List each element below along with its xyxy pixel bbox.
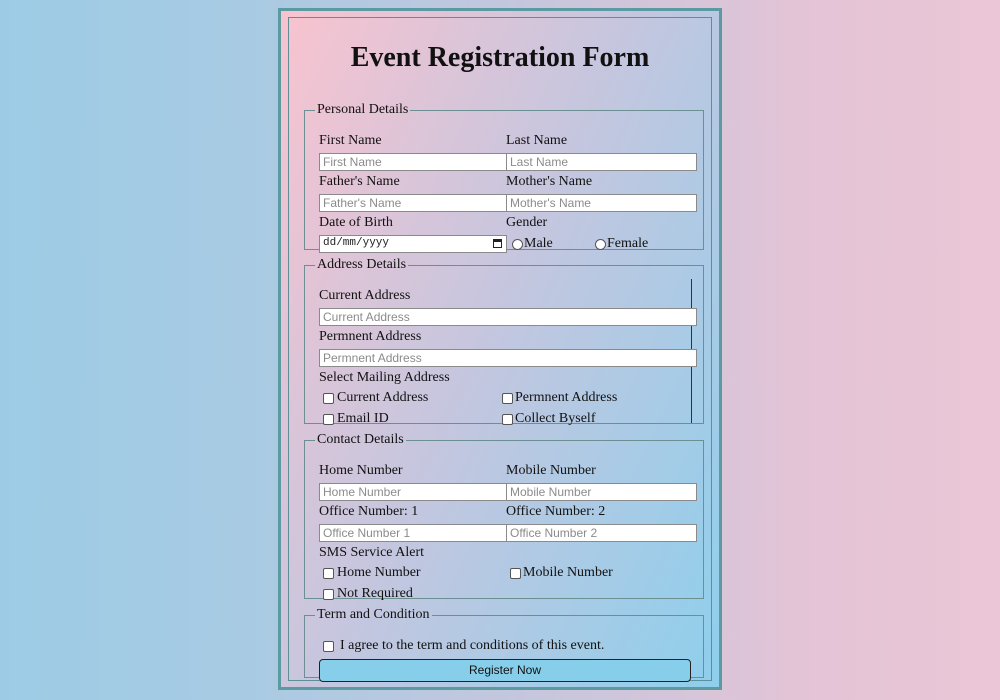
permanent-address-label: Permnent Address [319,329,422,344]
mother-name-label: Mother's Name [506,174,593,189]
sms-not-required-label: Not Required [337,586,413,601]
last-name-label: Last Name [506,133,568,148]
current-address-input[interactable] [319,308,697,326]
gender-label: Gender [506,215,548,230]
sms-mobile-label: Mobile Number [523,565,613,580]
mailing-permanent-label: Permnent Address [515,390,618,405]
home-number-input[interactable] [319,483,507,501]
first-name-label: First Name [319,133,382,148]
register-now-button[interactable]: Register Now [319,659,691,682]
gender-female-radio[interactable] [595,239,606,250]
first-name-input[interactable] [319,153,507,171]
home-number-label: Home Number [319,463,403,478]
office-number-1-input[interactable] [319,524,507,542]
terms-legend: Term and Condition [317,607,430,622]
office-number-2-label: Office Number: 2 [506,504,606,519]
agree-terms-checkbox[interactable] [323,641,334,652]
contact-details-legend: Contact Details [317,432,404,447]
mailing-collect-checkbox[interactable] [502,414,513,425]
mother-name-input[interactable] [506,194,697,212]
sms-not-required-checkbox[interactable] [323,589,334,600]
mobile-number-input[interactable] [506,483,697,501]
terms-section: Term and Condition I agree to the term a… [304,607,704,682]
gender-female-label: Female [607,236,649,251]
father-name-label: Father's Name [319,174,400,189]
sms-alert-label: SMS Service Alert [319,545,424,560]
dob-value: dd/mm/yyyy [323,237,390,249]
form-inner-frame: Event Registration Form Personal Details… [288,17,712,682]
sms-home-label: Home Number [337,565,421,580]
registration-form: Event Registration Form Personal Details… [278,8,722,690]
mobile-number-label: Mobile Number [506,463,596,478]
dob-input[interactable]: dd/mm/yyyy [319,235,507,253]
mailing-collect-label: Collect Byself [515,411,596,426]
permanent-address-input[interactable] [319,349,697,367]
office-number-2-input[interactable] [506,524,697,542]
mailing-email-checkbox[interactable] [323,414,334,425]
father-name-input[interactable] [319,194,507,212]
address-details-legend: Address Details [317,257,407,272]
personal-details-legend: Personal Details [317,102,409,117]
current-address-label: Current Address [319,288,411,303]
contact-details-section: Contact Details Home Number Mobile Numbe… [304,432,704,601]
mailing-current-label: Current Address [337,390,429,405]
gender-male-radio[interactable] [512,239,523,250]
office-number-1-label: Office Number: 1 [319,504,419,519]
last-name-input[interactable] [506,153,697,171]
mailing-current-checkbox[interactable] [323,393,334,404]
gender-male-label: Male [524,236,553,251]
mailing-email-label: Email ID [337,411,389,426]
address-details-section: Address Details Current Address Permnent… [304,257,704,426]
mailing-address-label: Select Mailing Address [319,370,450,385]
form-title: Event Registration Form [350,42,650,73]
personal-details-section: Personal Details First Name Last Name Fa… [304,102,704,253]
sms-mobile-checkbox[interactable] [510,568,521,579]
mailing-permanent-checkbox[interactable] [502,393,513,404]
dob-label: Date of Birth [319,215,393,230]
agree-terms-label: I agree to the term and conditions of th… [340,638,605,653]
calendar-icon[interactable] [493,239,502,248]
sms-home-checkbox[interactable] [323,568,334,579]
